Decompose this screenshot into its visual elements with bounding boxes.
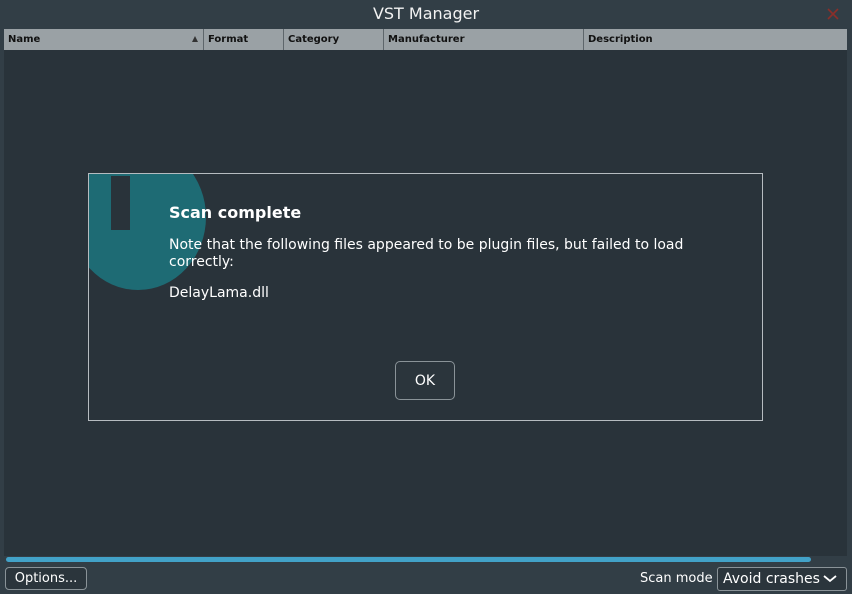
title-bar: VST Manager bbox=[0, 0, 852, 28]
column-header-description[interactable]: Description bbox=[584, 29, 847, 50]
column-header-name[interactable]: Name bbox=[4, 29, 204, 50]
scan-progress-fill bbox=[6, 557, 811, 562]
chevron-down-icon bbox=[823, 575, 837, 583]
column-header-category[interactable]: Category bbox=[284, 29, 384, 50]
column-header-manufacturer[interactable]: Manufacturer bbox=[384, 29, 584, 50]
scan-mode-value: Avoid crashes bbox=[723, 571, 820, 587]
sort-ascending-icon bbox=[192, 36, 198, 42]
ok-button[interactable]: OK bbox=[395, 361, 455, 400]
column-header-label: Name bbox=[8, 34, 41, 45]
table-header: Name Format Category Manufacturer Descri… bbox=[4, 29, 847, 50]
column-header-label: Category bbox=[288, 34, 340, 45]
dialog-message: Note that the following files appeared t… bbox=[169, 237, 684, 270]
column-header-format[interactable]: Format bbox=[204, 29, 284, 50]
close-x-icon bbox=[827, 8, 839, 20]
failed-file-name: DelayLama.dll bbox=[169, 285, 269, 301]
info-icon-bar bbox=[111, 176, 130, 230]
vst-manager-window: VST Manager Name Format Category Manufac… bbox=[0, 0, 852, 594]
window-title: VST Manager bbox=[372, 4, 480, 23]
scan-complete-dialog: Scan complete Note that the following fi… bbox=[88, 173, 763, 421]
scan-progress-bar bbox=[4, 556, 847, 564]
column-header-label: Manufacturer bbox=[388, 34, 465, 45]
column-header-label: Description bbox=[588, 34, 653, 45]
info-icon bbox=[89, 174, 206, 290]
options-button[interactable]: Options... bbox=[5, 567, 87, 590]
scan-mode-dropdown[interactable]: Avoid crashes bbox=[717, 567, 847, 591]
scan-mode-label: Scan mode bbox=[640, 571, 713, 586]
column-header-label: Format bbox=[208, 34, 249, 45]
close-button[interactable] bbox=[822, 3, 844, 25]
dialog-title: Scan complete bbox=[169, 203, 302, 222]
